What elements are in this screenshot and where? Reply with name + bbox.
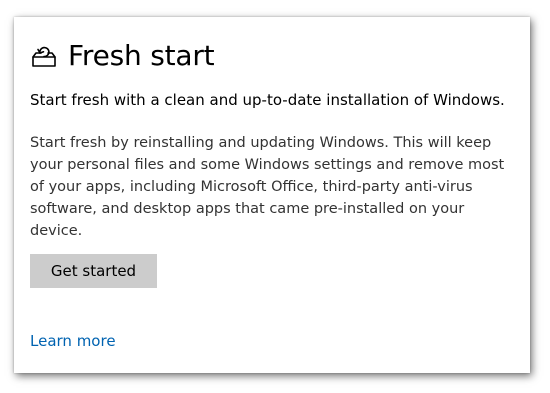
- page-header: Fresh start: [30, 39, 215, 72]
- page-title: Fresh start: [68, 39, 215, 72]
- get-started-button[interactable]: Get started: [30, 254, 157, 288]
- page-subtitle: Start fresh with a clean and up-to-date …: [30, 91, 505, 109]
- fresh-start-panel: Fresh start Start fresh with a clean and…: [14, 17, 530, 373]
- learn-more-link[interactable]: Learn more: [30, 332, 116, 350]
- page-description: Start fresh by reinstalling and updating…: [30, 135, 505, 239]
- fresh-start-icon: [30, 42, 58, 70]
